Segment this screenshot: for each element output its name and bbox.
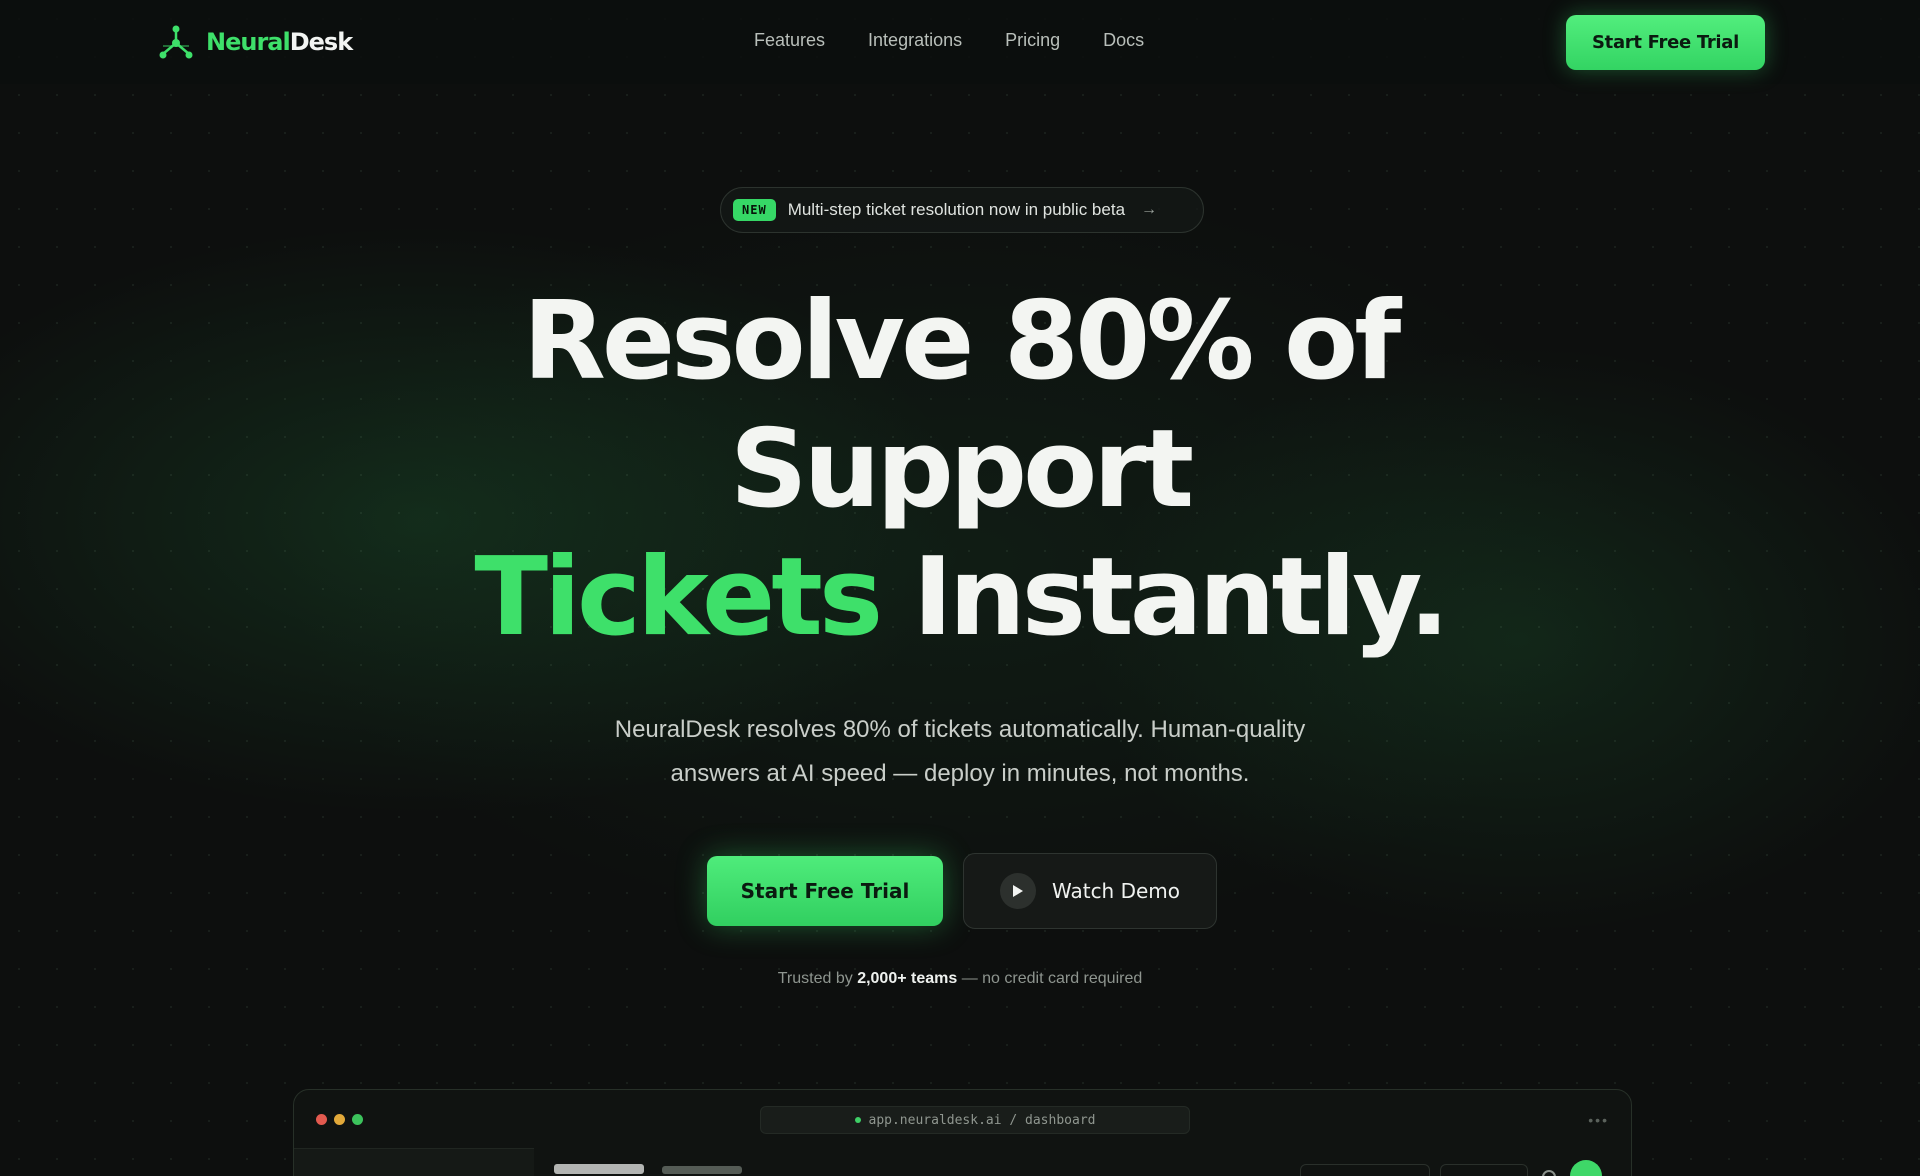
watch-demo-button[interactable]: Watch Demo <box>963 853 1217 929</box>
start-free-trial-button[interactable]: Start Free Trial <box>707 856 943 926</box>
maximize-dot <box>352 1114 363 1125</box>
headline-line-1: Resolve 80% of <box>522 279 1401 404</box>
headline-line-3: Tickets Instantly. <box>0 534 1920 662</box>
hero-subtitle: NeuralDesk resolves 80% of tickets autom… <box>560 708 1360 796</box>
preview-sidebar <box>294 1148 534 1176</box>
window-controls <box>316 1114 363 1125</box>
nav-links: Features Integrations Pricing Docs <box>754 30 1144 51</box>
announcement-text: Multi-step ticket resolution now in publ… <box>787 200 1126 219</box>
nav-link-docs[interactable]: Docs <box>1103 30 1144 51</box>
headline-line-2: Support <box>729 407 1194 532</box>
brand-name-part2: Desk <box>289 28 353 56</box>
subtitle-line-2: answers at AI speed — deploy in minutes,… <box>670 760 1250 787</box>
trust-suffix: — no credit card required <box>957 970 1143 987</box>
brand-name: NeuralDesk <box>206 28 353 56</box>
brand-name-part1: Neural <box>206 28 291 56</box>
more-icon: ••• <box>1588 1112 1609 1128</box>
play-icon <box>999 873 1036 909</box>
hero-headline: Resolve 80% of Support Tickets Instantly… <box>0 278 1920 662</box>
top-nav: NeuralDesk Features Integrations Pricing… <box>0 0 1920 84</box>
nav-link-pricing[interactable]: Pricing <box>1005 30 1060 51</box>
avatar <box>1570 1160 1602 1176</box>
preview-action-button <box>1440 1164 1528 1176</box>
headline-line-3-rest: Instantly. <box>879 535 1450 660</box>
preview-page-title <box>554 1164 644 1174</box>
logo-network-icon <box>159 25 193 59</box>
trust-count: 2,000+ teams <box>857 970 958 987</box>
trust-line: Trusted by 2,000+ teams — no credit card… <box>0 970 1920 988</box>
nav-link-features[interactable]: Features <box>754 30 825 51</box>
url-text: app.neuraldesk.ai / dashboard <box>868 1112 1096 1128</box>
headline-accent-word: Tickets <box>474 535 883 660</box>
hero-cta-row: Start Free Trial Watch Demo <box>707 853 1217 929</box>
preview-search-box <box>1300 1164 1430 1176</box>
brand-logo[interactable]: NeuralDesk <box>156 22 353 62</box>
nav-link-integrations[interactable]: Integrations <box>868 30 962 51</box>
url-bar: app.neuraldesk.ai / dashboard <box>760 1106 1190 1134</box>
new-tag: NEW <box>733 199 776 221</box>
announcement-badge[interactable]: NEW Multi-step ticket resolution now in … <box>720 187 1204 233</box>
preview-breadcrumb <box>662 1166 742 1174</box>
bell-icon <box>1542 1170 1556 1176</box>
trust-prefix: Trusted by <box>777 970 858 987</box>
nav-start-trial-button[interactable]: Start Free Trial <box>1566 15 1765 70</box>
close-dot <box>316 1114 327 1125</box>
minimize-dot <box>334 1114 345 1125</box>
dashboard-preview-window: app.neuraldesk.ai / dashboard ••• <box>293 1089 1632 1176</box>
secure-dot-icon <box>854 1117 861 1123</box>
watch-demo-label: Watch Demo <box>1051 879 1181 903</box>
arrow-right-icon: → <box>1141 201 1158 218</box>
subtitle-line-1: NeuralDesk resolves 80% of tickets autom… <box>614 716 1306 743</box>
